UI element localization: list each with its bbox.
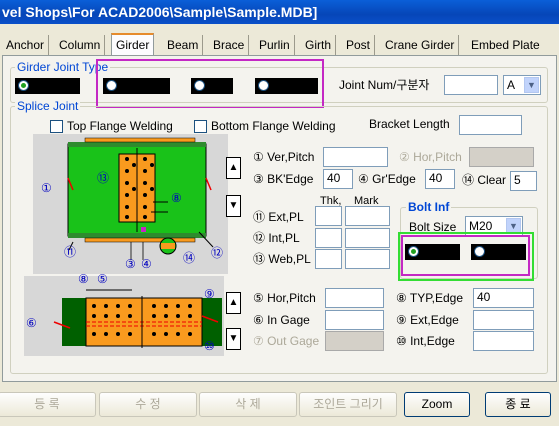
bracket-length-input[interactable] [459,115,522,135]
joint-type-radio-1[interactable] [18,80,29,91]
bolt-size-value: M20 [469,219,493,233]
zoom-button[interactable]: Zoom [404,392,470,417]
tab-strip: Anchor Column Girder Beam Brace Purlin G… [0,33,559,56]
diagram-label-6: ⑥ [26,316,37,330]
joint-code-value: A [507,78,516,92]
in-gage-label: ⑥ In Gage [253,313,310,327]
ext-edge-input[interactable] [473,310,534,330]
tab-crane-girder[interactable]: Crane Girder [381,35,460,55]
joint-type-option-4[interactable] [255,78,318,94]
joint-type-radio-2[interactable] [106,80,117,91]
diagram-label-3: ③ [125,257,136,271]
clear-label: ⑭ Clear [462,173,507,187]
tab-purlin[interactable]: Purlin [255,35,295,55]
chevron-down-icon[interactable]: ▼ [524,77,539,93]
tab-post[interactable]: Post [342,35,376,55]
close-button[interactable]: 종 료 [485,392,551,417]
girder-splice-side-diagram [33,134,228,274]
bottom-flange-welding-checkbox[interactable] [194,120,207,133]
plan-up-button[interactable]: ▲ [226,292,241,314]
int-edge-label: ⑩ Int,Edge [396,334,455,348]
diagram-label-10: ⑩ [204,339,215,353]
joint-type-radio-3[interactable] [194,80,205,91]
web-pl-thk-input[interactable] [315,249,342,269]
out-gage-input[interactable] [325,331,384,351]
hor-pitch-top-label: ② Hor,Pitch [399,150,462,164]
diagram-down-button[interactable]: ▼ [226,195,241,217]
ext-pl-label: ⑪ Ext,PL [253,210,304,224]
ver-pitch-label: ① Ver,Pitch [253,150,315,164]
int-pl-mark-input[interactable] [345,228,390,248]
out-gage-label: ⑦ Out Gage [253,334,320,348]
web-pl-mark-input[interactable] [345,249,390,269]
bolt-type-radio-2[interactable] [474,246,485,257]
tab-anchor[interactable]: Anchor [2,35,50,55]
tab-column[interactable]: Column [55,35,106,55]
bolt-type-radio-1[interactable] [408,246,419,257]
diagram-label-8-top: ⑧ [171,191,182,205]
tab-brace[interactable]: Brace [209,35,250,55]
diagram-up-button[interactable]: ▲ [226,157,241,179]
gr-edge-input[interactable]: 40 [425,169,455,189]
int-pl-label: ⑫ Int,PL [253,231,300,245]
int-pl-thk-input[interactable] [315,228,342,248]
web-pl-label: ⑬ Web,PL [253,252,311,266]
splice-joint-label: Splice Joint [15,99,81,113]
diagram-label-9: ⑨ [204,287,215,301]
modify-button[interactable]: 수 정 [99,392,197,417]
joint-type-option-1[interactable] [15,78,80,94]
bottom-flange-welding-label: Bottom Flange Welding [211,119,336,133]
ext-pl-thk-input[interactable] [315,206,342,226]
diagram-label-1: ① [41,181,52,195]
ext-edge-label: ⑨ Ext,Edge [396,313,459,327]
clear-input[interactable]: 5 [510,171,537,191]
delete-button[interactable]: 삭 제 [199,392,297,417]
bolt-inf-label: Bolt Inf [406,200,452,214]
tab-girder[interactable]: Girder [111,33,155,56]
bk-edge-label: ③ BK'Edge [253,172,314,186]
tab-girth[interactable]: Girth [301,35,337,55]
typ-edge-input[interactable]: 40 [473,288,534,308]
bolt-type-option-2[interactable] [471,244,526,260]
diagram-label-11: ⑪ [64,245,77,259]
window-title: vel Shops\For ACAD2006\Sample\Sample.MDB… [0,0,559,24]
int-edge-input[interactable] [473,331,534,351]
tab-embed-plate[interactable]: Embed Plate [467,35,544,55]
typ-edge-label: ⑧ TYP,Edge [396,291,464,305]
diagram-label-5: ⑤ [97,272,108,286]
joint-type-radio-4[interactable] [258,80,269,91]
hor-pitch-top-input[interactable] [469,147,534,167]
diagram-label-13: ⑬ [97,171,110,185]
diagram-label-14: ⑭ [183,251,196,265]
in-gage-input[interactable] [325,310,384,330]
joint-type-option-2[interactable] [103,78,170,94]
joint-code-select[interactable]: A ▼ [503,75,541,95]
bracket-length-label: Bracket Length [369,117,450,131]
joint-num-input[interactable] [444,75,498,95]
joint-num-label: Joint Num/구분자 [339,78,430,92]
bk-edge-input[interactable]: 40 [323,169,353,189]
diagram-label-12: ⑫ [211,246,224,260]
joint-type-option-3[interactable] [191,78,233,94]
ver-pitch-input[interactable] [323,147,388,167]
draw-joint-button[interactable]: 조인트 그리기 [299,392,397,417]
hor-pitch-label: ⑤ Hor,Pitch [253,291,316,305]
top-flange-welding-label: Top Flange Welding [67,119,173,133]
tab-beam[interactable]: Beam [163,35,204,55]
girder-splice-plan-diagram [24,276,224,356]
diagram-label-8-bottom: ⑧ [78,272,89,286]
top-flange-welding-checkbox[interactable] [50,120,63,133]
hor-pitch-input[interactable] [325,288,384,308]
register-button[interactable]: 등 록 [0,392,96,417]
plan-down-button[interactable]: ▼ [226,328,241,350]
gr-edge-label: ④ Gr'Edge [358,172,416,186]
bolt-type-option-1[interactable] [405,244,460,260]
ext-pl-mark-input[interactable] [345,206,390,226]
diagram-label-4: ④ [141,257,152,271]
